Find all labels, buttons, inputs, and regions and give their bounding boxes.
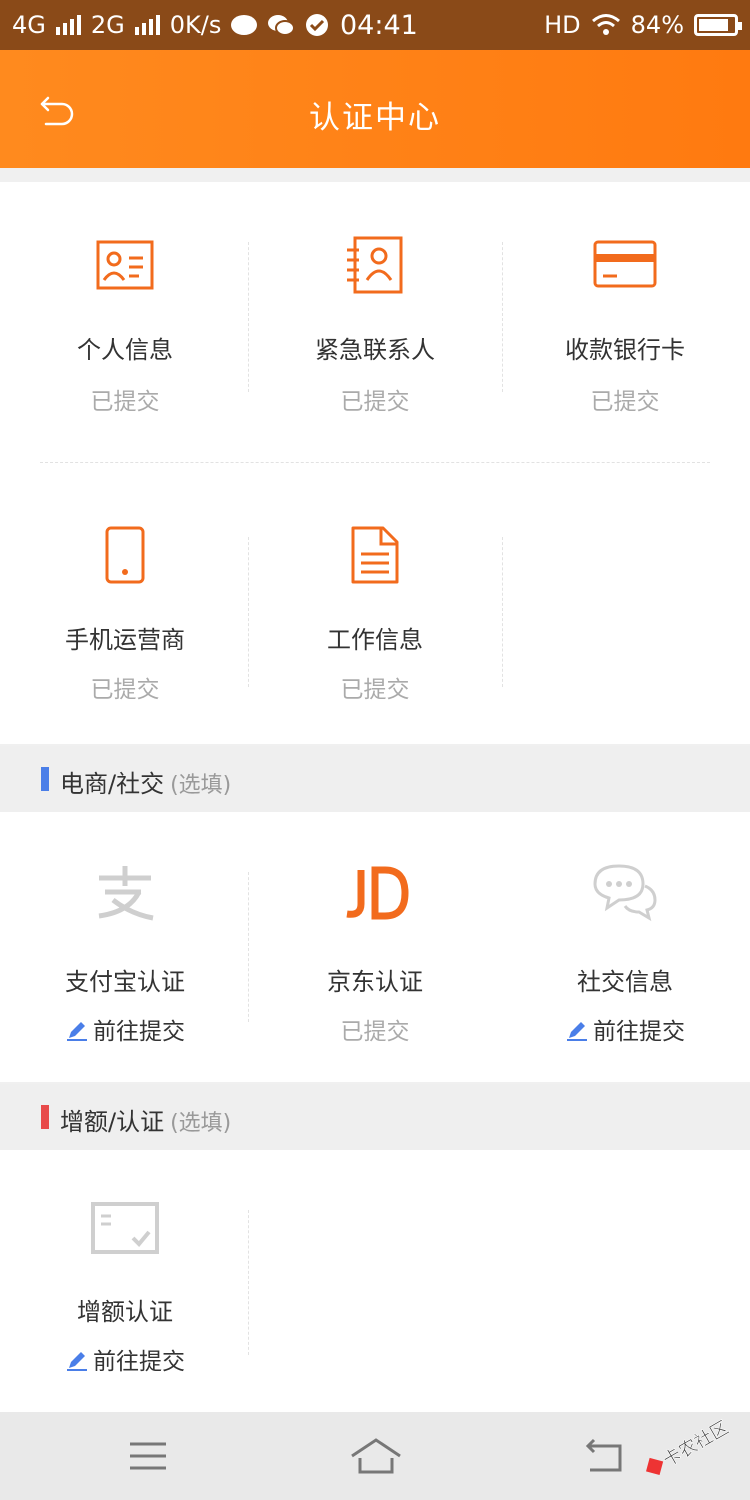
auth-item-status: 前往提交: [0, 1342, 250, 1376]
battery-percent: 84%: [630, 11, 684, 39]
auth-item-status: 已提交: [590, 389, 660, 415]
optional-label: (选填): [170, 773, 232, 798]
network-4g-label: 4G: [12, 11, 46, 39]
auth-item-status: 已提交: [340, 677, 410, 703]
increase-section: 增额认证 前往提交: [0, 1150, 750, 1412]
message-icon: [231, 15, 258, 35]
pencil-icon: [67, 1352, 87, 1371]
auth-item-status: 已提交: [90, 389, 160, 415]
back-icon[interactable]: [584, 1436, 628, 1476]
wechat-icon: [268, 15, 296, 36]
auth-item-name: 个人信息: [77, 336, 173, 364]
home-icon[interactable]: [350, 1436, 402, 1476]
group-accent-bar: [41, 767, 49, 791]
bank-card-icon: [593, 240, 657, 288]
jd-icon: [346, 866, 409, 920]
divider: [502, 537, 503, 687]
status-bar: 4G 2G 0K/s 04:41 HD 84%: [0, 0, 750, 50]
auth-item-name: 工作信息: [327, 626, 423, 654]
auth-item-personal-info[interactable]: 个人信息 已提交: [0, 182, 250, 462]
id-card-icon: [96, 240, 154, 290]
auth-item-status: 前往提交: [0, 1012, 250, 1046]
contact-book-icon: [347, 236, 403, 294]
battery-icon: [694, 14, 742, 36]
auth-item-status: 已提交: [340, 1019, 410, 1045]
auth-item-name: 收款银行卡: [565, 336, 685, 364]
verify-card-icon: [91, 1202, 159, 1254]
auth-item-name: 支付宝认证: [65, 968, 185, 996]
wifi-icon: [591, 14, 620, 35]
mobile-phone-icon: [105, 526, 145, 584]
signal-icon: [55, 15, 81, 35]
increase-group-header: 增额/认证 (选填): [0, 1084, 750, 1150]
network-2g-label: 2G: [90, 11, 125, 39]
go-submit-link[interactable]: 前往提交: [93, 1349, 185, 1375]
required-section: 个人信息 已提交 紧急联系人 已提交 收款银行卡 已提交 手机运营商 已提交 工…: [0, 182, 750, 744]
auth-item-name: 增额认证: [77, 1298, 173, 1326]
document-icon: [351, 526, 399, 584]
auth-item-name: 社交信息: [577, 968, 673, 996]
ecommerce-group-header: 电商/社交 (选填): [0, 746, 750, 812]
auth-item-emergency-contact[interactable]: 紧急联系人 已提交: [250, 182, 500, 462]
group-title: 电商/社交 (选填): [60, 764, 231, 799]
auth-item-status: 前往提交: [500, 1012, 750, 1046]
auth-item-mobile-operator[interactable]: 手机运营商 已提交: [0, 472, 250, 742]
group-title: 增额/认证 (选填): [60, 1102, 231, 1137]
hd-label: HD: [544, 11, 581, 39]
go-submit-link[interactable]: 前往提交: [593, 1019, 685, 1045]
auth-item-alipay[interactable]: 支付宝认证 前往提交: [0, 812, 250, 1082]
divider: [248, 242, 249, 392]
auth-item-work-info[interactable]: 工作信息 已提交: [250, 472, 500, 742]
group-title-text: 增额/认证: [60, 1108, 165, 1136]
auth-item-name: 紧急联系人: [315, 336, 435, 364]
clock: 04:41: [340, 10, 418, 41]
auth-item-status: 已提交: [90, 677, 160, 703]
auth-item-social-info[interactable]: 社交信息 前往提交: [500, 812, 750, 1082]
auth-item-name: 京东认证: [327, 968, 423, 996]
auth-item-status: 已提交: [340, 389, 410, 415]
divider: [248, 537, 249, 687]
divider: [248, 872, 249, 1022]
svg-text:卡农社区: 卡农社区: [660, 1417, 733, 1471]
auth-item-bank-card[interactable]: 收款银行卡 已提交: [500, 182, 750, 462]
optional-label: (选填): [170, 1111, 232, 1136]
go-submit-link[interactable]: 前往提交: [93, 1019, 185, 1045]
pencil-icon: [67, 1022, 87, 1041]
alipay-icon: [98, 866, 154, 921]
divider: [248, 1210, 249, 1355]
group-title-text: 电商/社交: [60, 770, 165, 798]
chat-bubbles-icon: [593, 864, 657, 922]
check-circle-icon: [306, 14, 329, 36]
auth-item-jd[interactable]: 京东认证 已提交: [250, 812, 500, 1082]
row-divider: [40, 462, 710, 463]
auth-item-name: 手机运营商: [65, 626, 185, 654]
menu-icon[interactable]: [126, 1436, 170, 1476]
pencil-icon: [567, 1022, 587, 1041]
page-title: 认证中心: [309, 100, 441, 136]
group-accent-bar: [41, 1105, 49, 1129]
watermark-logo: 卡农社区: [646, 1417, 733, 1475]
app-header: 认证中心: [0, 50, 750, 168]
network-speed: 0K/s: [169, 11, 222, 39]
auth-item-increase[interactable]: 增额认证 前往提交: [0, 1150, 250, 1412]
ecommerce-section: 支付宝认证 前往提交 京东认证 已提交 社交信息 前往提交: [0, 812, 750, 1082]
signal-icon: [134, 15, 160, 35]
